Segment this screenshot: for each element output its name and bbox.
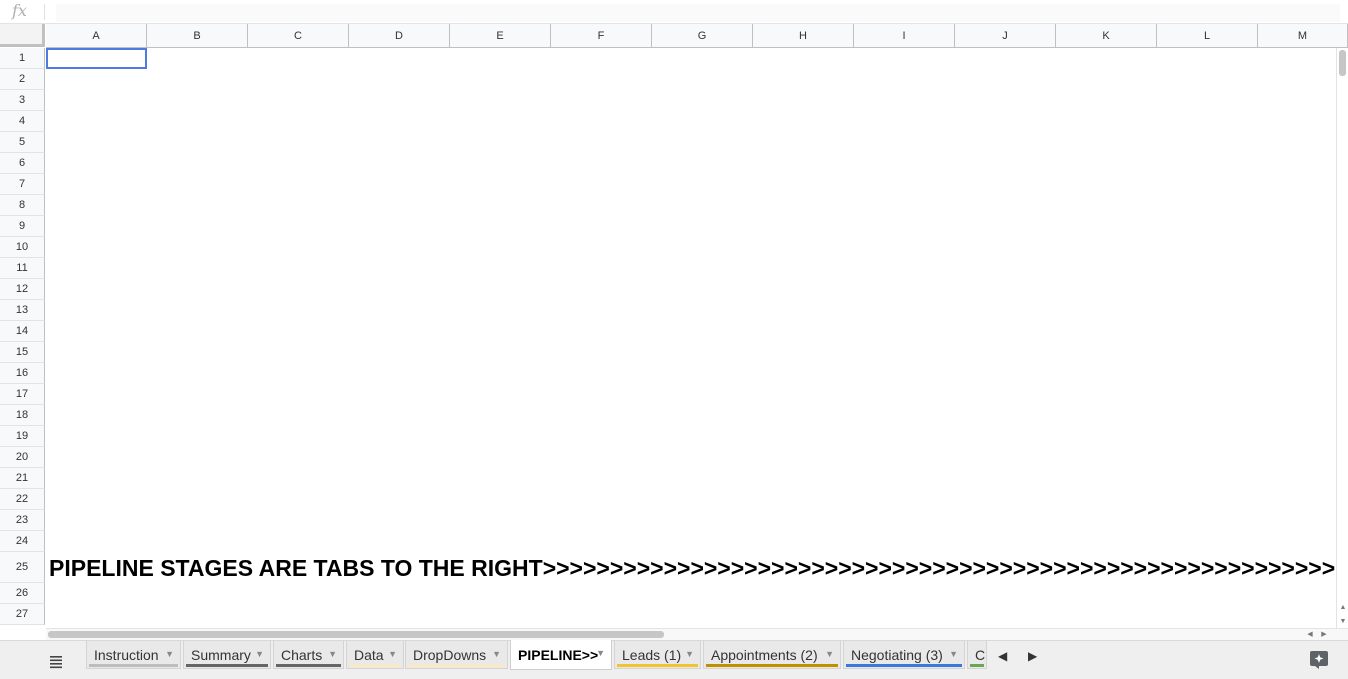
row-header-24[interactable]: 24 xyxy=(0,531,45,552)
column-header-d[interactable]: D xyxy=(349,24,450,48)
row-header-11[interactable]: 11 xyxy=(0,258,45,279)
formula-input[interactable] xyxy=(56,4,1340,22)
row-header-12[interactable]: 12 xyxy=(0,279,45,300)
formula-bar-divider xyxy=(44,4,45,20)
tab-color-underline xyxy=(706,664,838,667)
menu-lines-icon[interactable] xyxy=(46,651,66,671)
explore-icon[interactable] xyxy=(1310,651,1328,669)
vertical-scrollbar[interactable]: ▲ ▼ xyxy=(1336,48,1348,628)
row-header-2[interactable]: 2 xyxy=(0,69,45,90)
horizontal-scrollbar[interactable]: ◀ ▶ xyxy=(46,628,1348,640)
column-header-m[interactable]: M xyxy=(1258,24,1348,48)
row-header-13[interactable]: 13 xyxy=(0,300,45,321)
tab-dropdown-caret-icon[interactable]: ▼ xyxy=(255,649,264,659)
sheet-tab-pipeline[interactable]: PIPELINE>> ▼ xyxy=(510,640,612,670)
row-header-3[interactable]: 3 xyxy=(0,90,45,111)
tab-color-underline xyxy=(970,664,984,667)
row-header-4[interactable]: 4 xyxy=(0,111,45,132)
row-header-14[interactable]: 14 xyxy=(0,321,45,342)
sheet-tab-label: DropDowns xyxy=(413,646,487,663)
sheet-tab-dropdowns[interactable]: DropDowns ▼ xyxy=(405,641,508,669)
column-header-h[interactable]: H xyxy=(753,24,854,48)
sheet-tab-label: C xyxy=(975,646,986,663)
row-header-1[interactable]: 1 xyxy=(0,48,45,69)
sheet-tab-appointments-2[interactable]: Appointments (2) ▼ xyxy=(703,641,841,669)
row-header-15[interactable]: 15 xyxy=(0,342,45,363)
sheet-tab-label: Data xyxy=(354,646,384,663)
sheet-tab-c[interactable]: C xyxy=(967,641,987,669)
tab-color-underline xyxy=(276,664,341,667)
column-header-b[interactable]: B xyxy=(147,24,248,48)
vertical-scroll-thumb[interactable] xyxy=(1339,50,1346,76)
sheet-tab-label: Leads (1) xyxy=(622,646,682,663)
tab-dropdown-caret-icon[interactable]: ▼ xyxy=(165,649,174,659)
column-header-a[interactable]: A xyxy=(46,24,147,48)
tab-color-underline xyxy=(617,664,698,667)
tab-color-underline xyxy=(408,664,505,667)
fx-icon: fx xyxy=(12,1,27,20)
tab-dropdown-caret-icon[interactable]: ▼ xyxy=(949,649,958,659)
sheet-tab-negotiating-3[interactable]: Negotiating (3) ▼ xyxy=(843,641,965,669)
sheet-tab-leads-1[interactable]: Leads (1) ▼ xyxy=(614,641,701,669)
row-header-8[interactable]: 8 xyxy=(0,195,45,216)
column-header-i[interactable]: I xyxy=(854,24,955,48)
row-header-25[interactable]: 25 xyxy=(0,552,45,583)
row-header-6[interactable]: 6 xyxy=(0,153,45,174)
tab-dropdown-caret-icon[interactable]: ▼ xyxy=(596,648,605,658)
sheet-tab-bar: Instruction ▼ Summary ▼ Charts ▼ Data ▼ DropDown… xyxy=(0,640,1348,679)
tab-color-underline xyxy=(186,664,268,667)
sheet-tab-label: Appointments (2) xyxy=(711,646,818,663)
row-header-26[interactable]: 26 xyxy=(0,583,45,604)
formula-bar: fx xyxy=(0,0,1348,24)
row-header-27[interactable]: 27 xyxy=(0,604,45,625)
column-header-l[interactable]: L xyxy=(1157,24,1258,48)
row-header-18[interactable]: 18 xyxy=(0,405,45,426)
row-header-7[interactable]: 7 xyxy=(0,174,45,195)
sheet-tab-label: Summary xyxy=(191,646,251,663)
tab-color-underline xyxy=(349,664,401,667)
selected-cell-a1[interactable] xyxy=(46,48,147,69)
column-header-g[interactable]: G xyxy=(652,24,753,48)
tab-dropdown-caret-icon[interactable]: ▼ xyxy=(492,649,501,659)
horizontal-scroll-thumb[interactable] xyxy=(48,631,664,638)
arrow-right-icon[interactable]: ▶ xyxy=(1028,649,1037,663)
row-header-21[interactable]: 21 xyxy=(0,468,45,489)
sheet-tab-data[interactable]: Data ▼ xyxy=(346,641,404,669)
sheet-tab-summary[interactable]: Summary ▼ xyxy=(183,641,271,669)
row-header-16[interactable]: 16 xyxy=(0,363,45,384)
sheet-tab-label: Instruction xyxy=(94,646,159,663)
sheet-tab-label: Charts xyxy=(281,646,323,663)
select-all-corner[interactable] xyxy=(0,24,45,47)
scroll-right-small-arrow-icon[interactable]: ▶ xyxy=(1318,629,1330,640)
sheet-tab-instruction[interactable]: Instruction ▼ xyxy=(86,641,181,669)
row-header-5[interactable]: 5 xyxy=(0,132,45,153)
sheet-tab-label: PIPELINE>> xyxy=(518,646,599,663)
column-header-k[interactable]: K xyxy=(1056,24,1157,48)
tab-dropdown-caret-icon[interactable]: ▼ xyxy=(388,649,397,659)
row-header-19[interactable]: 19 xyxy=(0,426,45,447)
cell-a25[interactable]: PIPELINE STAGES ARE TABS TO THE RIGHT>>>… xyxy=(49,553,1335,583)
scroll-down-arrow-icon[interactable]: ▼ xyxy=(1337,616,1348,628)
sheet-tab-label: Negotiating (3) xyxy=(851,646,943,663)
tab-color-underline xyxy=(846,664,962,667)
row-header-23[interactable]: 23 xyxy=(0,510,45,531)
column-header-f[interactable]: F xyxy=(551,24,652,48)
scroll-left-small-arrow-icon[interactable]: ◀ xyxy=(1304,629,1316,640)
tab-dropdown-caret-icon[interactable]: ▼ xyxy=(825,649,834,659)
tab-dropdown-caret-icon[interactable]: ▼ xyxy=(685,649,694,659)
row-header-20[interactable]: 20 xyxy=(0,447,45,468)
tab-color-underline xyxy=(89,664,178,667)
row-header-10[interactable]: 10 xyxy=(0,237,45,258)
row-header-17[interactable]: 17 xyxy=(0,384,45,405)
sheet-tab-charts[interactable]: Charts ▼ xyxy=(273,641,344,669)
row-header-9[interactable]: 9 xyxy=(0,216,45,237)
column-header-j[interactable]: J xyxy=(955,24,1056,48)
scroll-up-arrow-icon[interactable]: ▲ xyxy=(1337,602,1348,614)
tab-dropdown-caret-icon[interactable]: ▼ xyxy=(328,649,337,659)
row-header-22[interactable]: 22 xyxy=(0,489,45,510)
arrow-left-icon[interactable]: ◀ xyxy=(998,649,1007,663)
column-header-e[interactable]: E xyxy=(450,24,551,48)
column-header-c[interactable]: C xyxy=(248,24,349,48)
cell-grid[interactable] xyxy=(46,48,1336,628)
